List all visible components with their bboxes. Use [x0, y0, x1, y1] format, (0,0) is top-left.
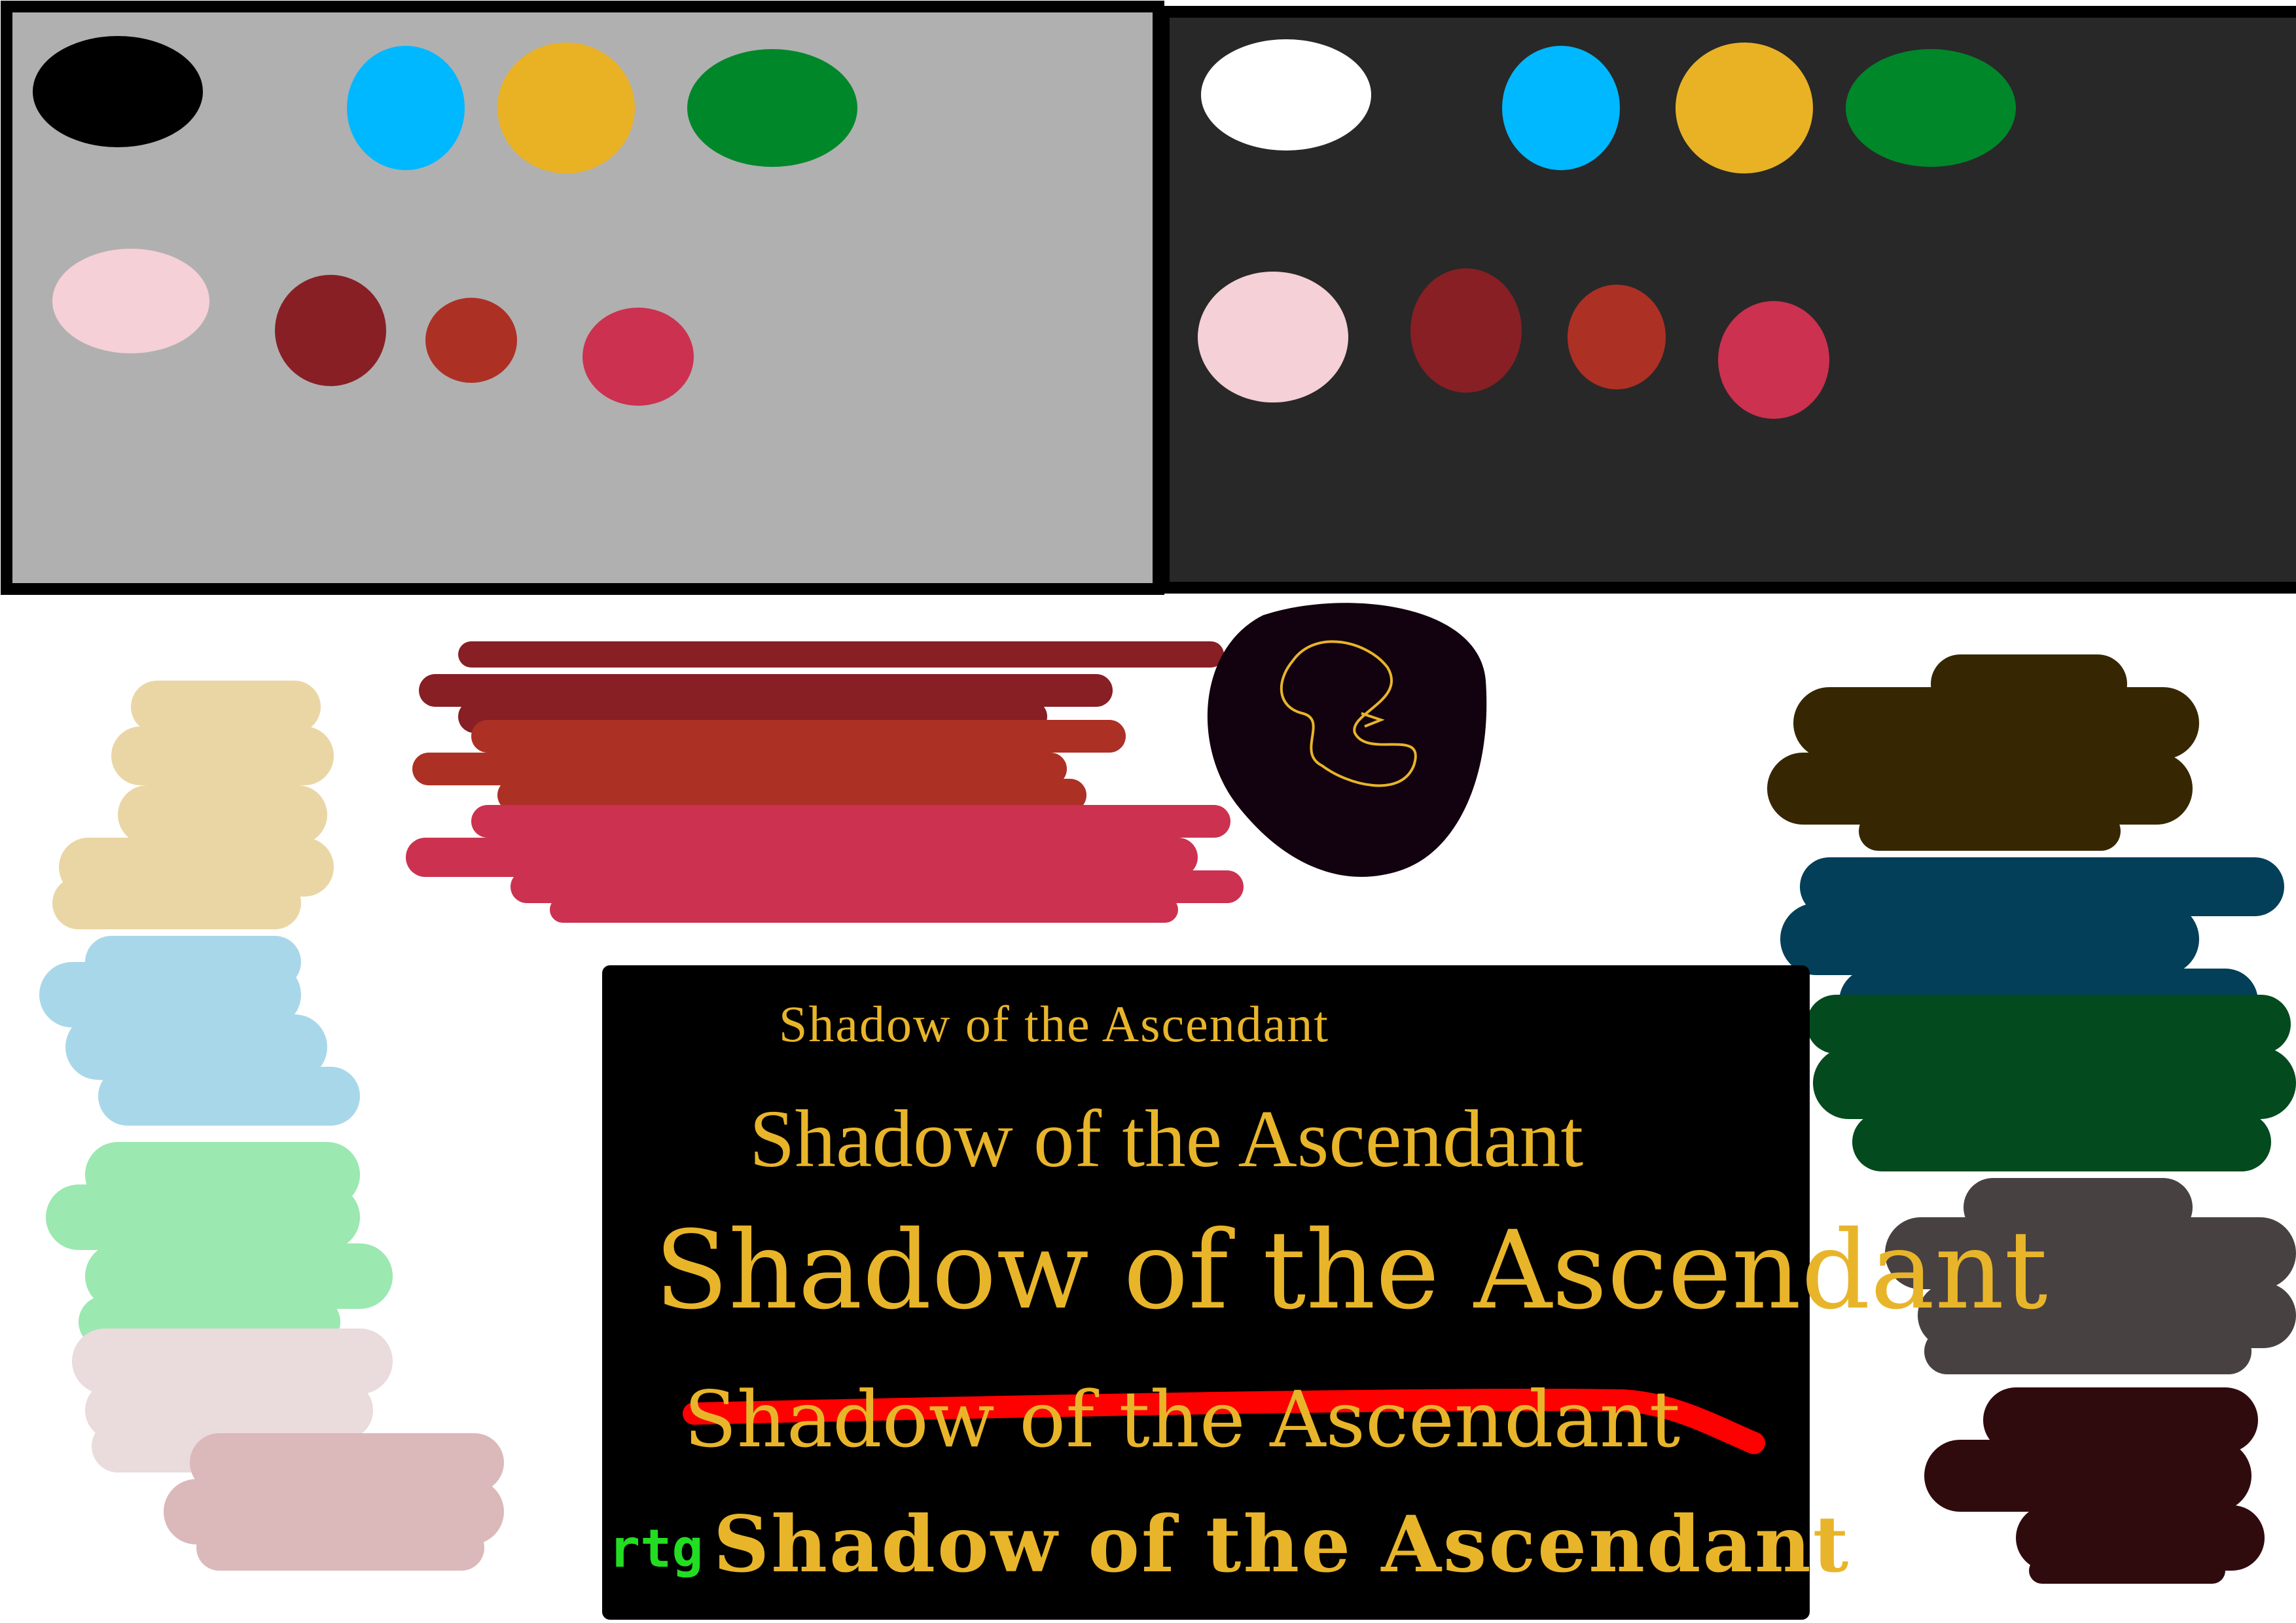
- left-swatch-1-stroke-5: [52, 877, 301, 929]
- light-swatch-bottom-4: [583, 308, 694, 406]
- font-sample-1: Shadow of the Ascendant: [779, 995, 1330, 1052]
- dark-swatch-bottom-3: [1568, 285, 1666, 389]
- dark-swatch-bottom-1: [1198, 272, 1348, 402]
- right-swatch-5-stroke-4: [2029, 1558, 2225, 1584]
- font-sample-3: Shadow of the Ascendant: [655, 1207, 2048, 1333]
- right-swatch-3-stroke-1: [1806, 995, 2291, 1054]
- font-sample-5: Shadow of the Ascendant: [713, 1499, 1851, 1590]
- dark-swatch-top-4: [1846, 49, 2016, 167]
- left-swatch-1-stroke-3: [118, 785, 327, 844]
- right-swatch-4-stroke-4: [1924, 1329, 2251, 1374]
- dark-swatch-top-3: [1676, 43, 1813, 173]
- artist-signature: rtg: [609, 1518, 704, 1579]
- center-stripe-2-stroke-1: [471, 720, 1126, 753]
- right-swatch-2-stroke-2: [1780, 903, 2199, 975]
- dark-swatch-bottom-2: [1410, 268, 1522, 393]
- center-stripe-3-stroke-4: [550, 897, 1178, 923]
- light-swatch-top-1: [33, 36, 203, 147]
- left-swatch-5-stroke-3: [196, 1525, 484, 1571]
- right-swatch-5-stroke-2: [1924, 1440, 2251, 1512]
- right-swatch-1-stroke-4: [1859, 812, 2121, 851]
- font-sample-2: Shadow of the Ascendant: [749, 1094, 1584, 1185]
- light-swatch-top-2: [347, 46, 465, 170]
- right-swatch-3-stroke-2: [1813, 1047, 2296, 1119]
- light-swatch-bottom-1: [52, 249, 209, 353]
- light-swatch-top-3: [497, 43, 635, 173]
- left-swatch-1-stroke-1: [131, 681, 321, 733]
- right-swatch-3-stroke-3: [1852, 1113, 2271, 1171]
- left-swatch-3-stroke-2: [46, 1185, 360, 1250]
- dark-swatch-top-2: [1502, 46, 1620, 170]
- dark-swatch-top-1: [1201, 39, 1371, 151]
- center-stripe-1-stroke-1: [458, 641, 1224, 668]
- dark-swatch-bottom-4: [1718, 301, 1829, 419]
- light-swatch-bottom-2: [275, 275, 386, 386]
- left-swatch-1-stroke-2: [111, 726, 334, 785]
- light-swatch-bottom-3: [425, 298, 517, 383]
- light-swatch-top-4: [687, 49, 857, 167]
- left-swatch-2-stroke-4: [98, 1067, 360, 1126]
- center-stripe-3-stroke-1: [471, 805, 1230, 838]
- font-sample-4-struck: Shadow of the Ascendant: [684, 1374, 1681, 1465]
- right-swatch-1-stroke-2: [1793, 687, 2199, 759]
